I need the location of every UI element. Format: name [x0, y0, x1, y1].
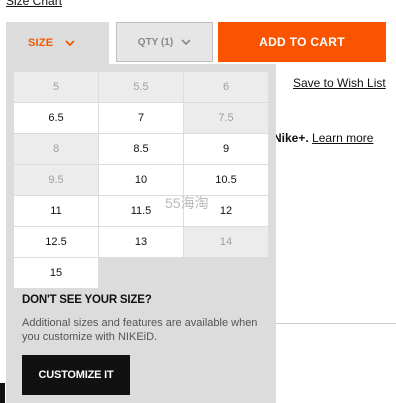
size-option: 6 [184, 72, 268, 102]
add-to-cart-button[interactable]: ADD TO CART [218, 22, 386, 62]
size-dropdown: 5 5.5 6 6.5 7 7.5 8 8.5 9 9.5 10 10.5 11 11.5 12 12.5 13… [6, 64, 276, 403]
nikeplus-text: Nike+. Learn more [273, 131, 373, 145]
size-option: 9.5 [14, 165, 98, 195]
size-option: 14 [184, 227, 268, 257]
size-option[interactable]: 9 [184, 134, 268, 164]
divider [270, 323, 396, 324]
size-option[interactable]: 6.5 [14, 103, 98, 133]
size-option: 7.5 [184, 103, 268, 133]
size-option[interactable]: 15 [14, 258, 98, 288]
size-chart-link[interactable]: Size Chart [6, 0, 62, 8]
watermark: 55海淘 [165, 195, 209, 211]
size-option[interactable]: 13 [99, 227, 183, 257]
size-option: 8 [14, 134, 98, 164]
size-option: 5.5 [99, 72, 183, 102]
chevron-down-icon [65, 40, 75, 47]
customize-description: Additional sizes and features are availa… [22, 317, 258, 343]
size-grid: 5 5.5 6 6.5 7 7.5 8 8.5 9 9.5 10 10.5 11 11.5 12 12.5 13… [14, 72, 268, 288]
chevron-down-icon [181, 39, 191, 46]
size-option[interactable]: 12.5 [14, 227, 98, 257]
nikeplus-prefix: Nike+. [273, 131, 309, 145]
size-option[interactable]: 7 [99, 103, 183, 133]
size-option[interactable]: 10 [99, 165, 183, 195]
size-option[interactable]: 8.5 [99, 134, 183, 164]
save-to-wishlist-link[interactable]: Save to Wish List [293, 76, 386, 90]
size-option[interactable]: 10.5 [184, 165, 268, 195]
size-select-label: SIZE [28, 37, 54, 49]
qty-select-button[interactable]: QTY (1) [116, 22, 213, 62]
page-edge-fragment [0, 383, 5, 403]
customize-it-button[interactable]: CUSTOMIZE IT [22, 355, 130, 395]
size-select-button[interactable]: SIZE [6, 22, 109, 64]
size-option[interactable]: 11 [14, 196, 98, 226]
customize-title: DON'T SEE YOUR SIZE? [22, 294, 152, 306]
qty-select-label: QTY (1) [137, 36, 174, 48]
learn-more-link[interactable]: Learn more [312, 131, 373, 145]
size-option: 5 [14, 72, 98, 102]
